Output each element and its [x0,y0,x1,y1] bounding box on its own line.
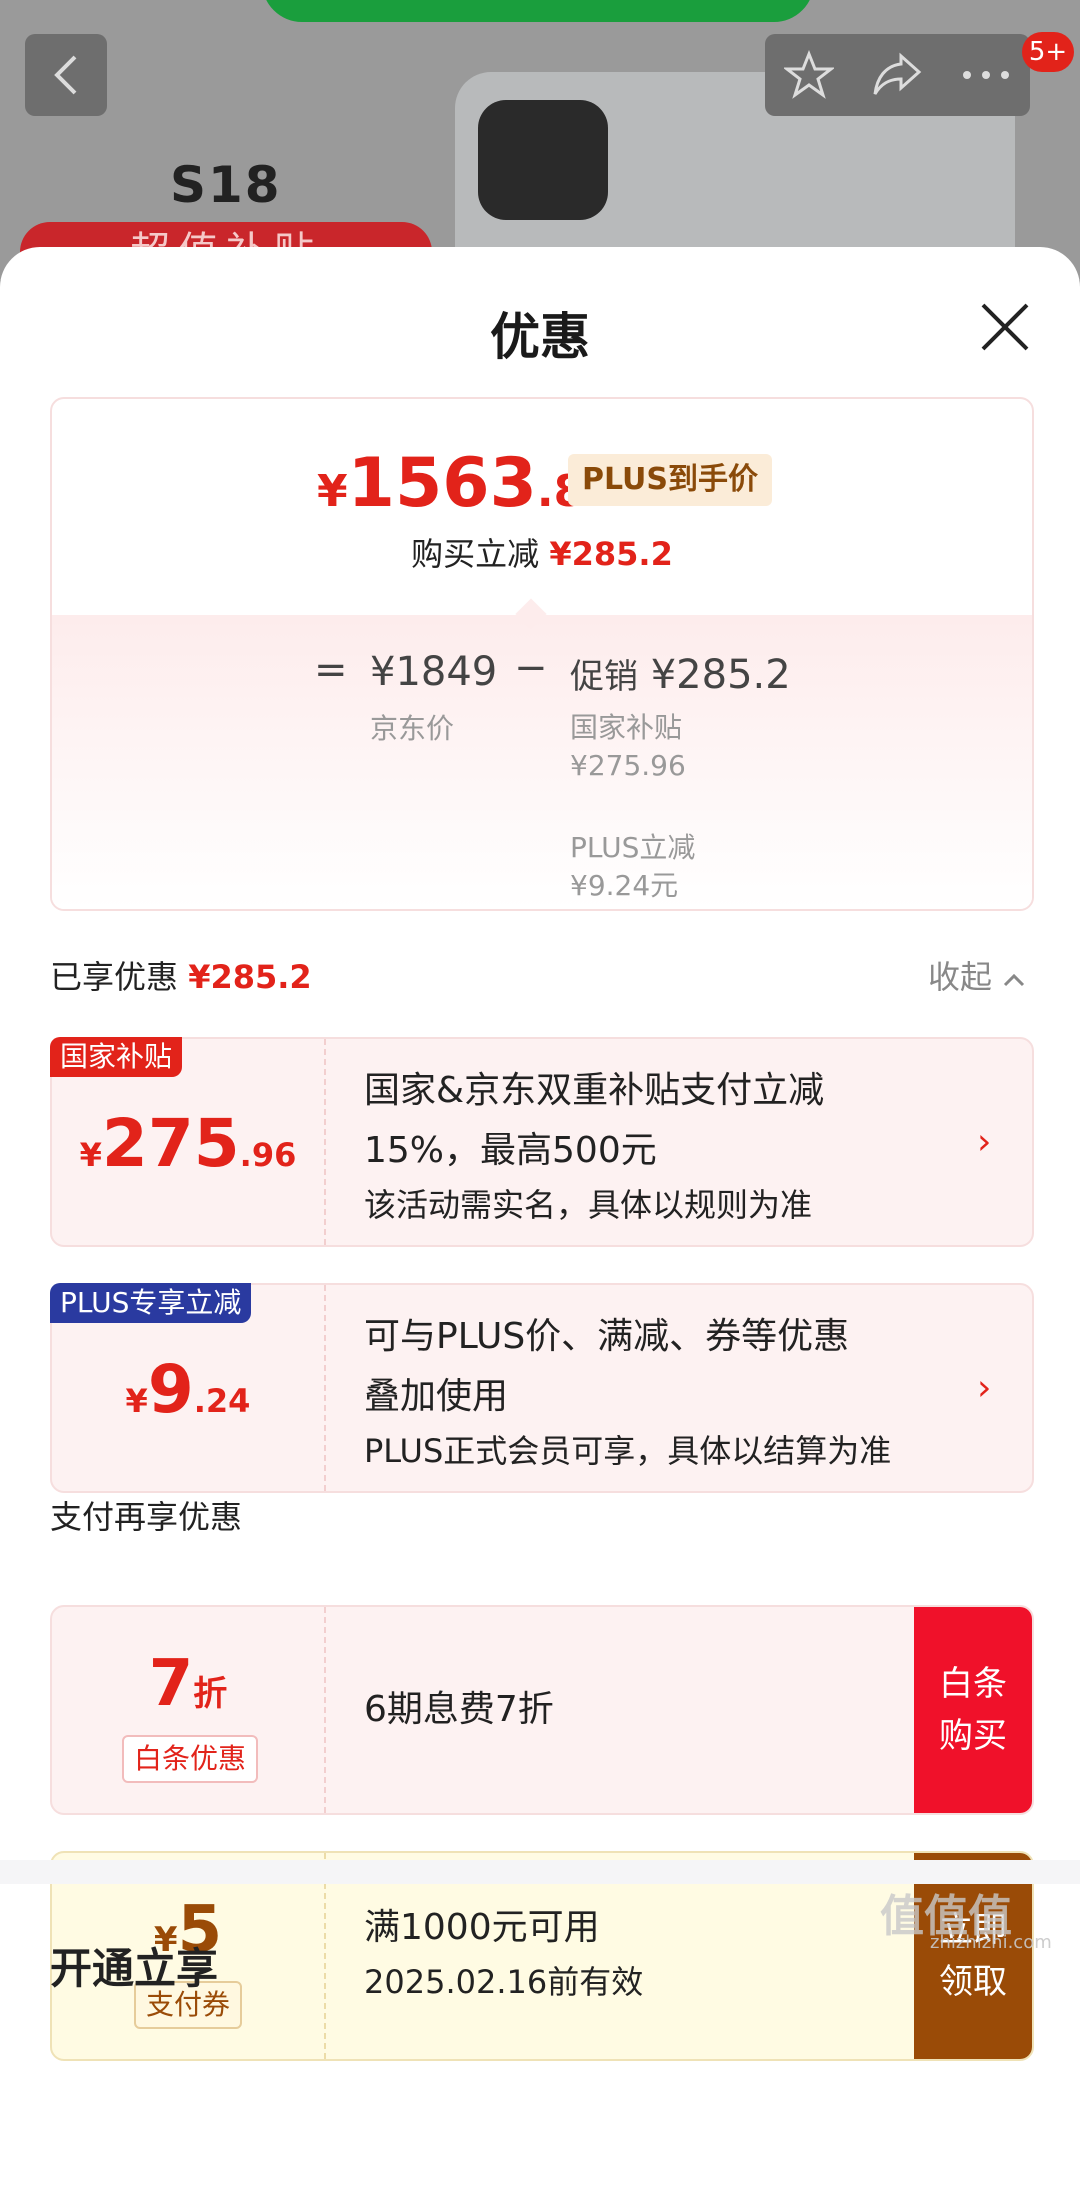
coupon-text: 可与PLUS价、满减、券等优惠 叠加使用 PLUS正式会员可享，具体以结算为准 [364,1316,892,1470]
product-camera-module [478,100,608,220]
chevron-right-icon[interactable]: › [977,1368,991,1409]
product-model: S18 [170,156,282,214]
top-toolbar [765,34,1030,116]
more-icon[interactable] [961,69,1011,81]
voucher-text: 满1000元可用 2025.02.16前有效 [364,1907,644,2001]
coupon-tag: 国家补贴 [50,1037,183,1077]
minus-sign: − [514,645,548,691]
final-price: ¥1563.8 [317,444,585,523]
price-breakdown-card: ¥1563.8 PLUS到手价 购买立减 ¥285.2 = ¥1849 京东价 … [50,397,1034,911]
baitiao-chip: 白条优惠 [122,1735,259,1783]
coupon-text: 国家&京东双重补贴支付立减 15%，最高500元 该活动需实名，具体以规则为准 [364,1070,825,1224]
national-subsidy-breakdown: 国家补贴 ¥275.96 [570,711,686,782]
jd-price: ¥1849 [370,649,498,695]
national-subsidy-coupon[interactable]: 国家补贴 ¥275.96 国家&京东双重补贴支付立减 15%，最高500元 该活… [50,1037,1034,1247]
star-icon[interactable] [783,50,834,100]
baitiao-offer-card: 7折 白条优惠 6期息费7折 白条 购买 [50,1605,1034,1815]
notification-badge: 5+ [1022,32,1074,72]
sheet-title: 优惠 [490,308,590,366]
chevron-right-icon[interactable]: › [977,1122,991,1163]
baitiao-buy-button[interactable]: 白条 购买 [914,1607,1032,1813]
enjoyed-discount: 已享优惠 ¥285.2 [50,958,312,996]
plus-price-tag: PLUS到手价 [568,454,773,506]
close-icon[interactable] [975,297,1035,357]
equals-sign: = [314,647,348,693]
coupon-tag: PLUS专享立减 [50,1283,252,1323]
chevron-up-icon [1004,973,1025,987]
collapse-button[interactable]: 收起 [928,952,1026,998]
plus-exclusive-coupon[interactable]: PLUS专享立减 ¥9.24 可与PLUS价、满减、券等优惠 叠加使用 PLUS… [50,1283,1034,1493]
payment-offers-title: 支付再享优惠 [50,1498,243,1536]
back-button[interactable] [25,34,107,116]
discount-rate: 7折 [148,1647,228,1721]
share-icon[interactable] [871,52,923,98]
background-green-bar [262,0,814,22]
open-benefits-title: 开通立享 [50,1944,219,1993]
chevron-left-icon [54,55,77,95]
coupon-amount: ¥275.96 [79,1105,297,1182]
coupon-amount: ¥9.24 [125,1351,251,1428]
plus-discount-breakdown: PLUS立减 ¥9.24元 [570,831,696,902]
promotion-total: 促销 ¥285.2 [570,652,791,698]
instant-discount: 购买立减 ¥285.2 [411,535,673,573]
watermark-url: zhizhizhi.com [930,1932,1052,1953]
jd-price-label: 京东价 [370,712,455,745]
baitiao-offer-text: 6期息费7折 [364,1689,554,1730]
